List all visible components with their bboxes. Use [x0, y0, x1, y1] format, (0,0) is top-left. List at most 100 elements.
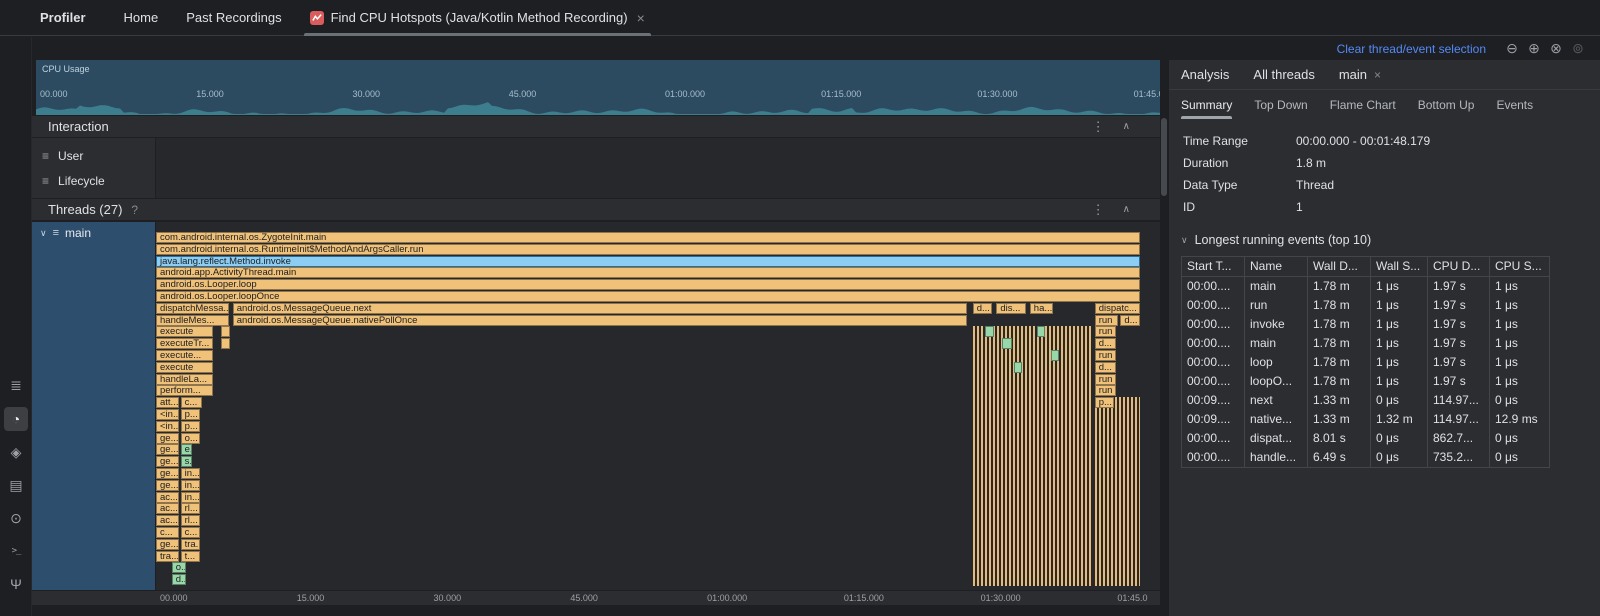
flame-event[interactable]: in...: [181, 480, 201, 491]
flame-event[interactable]: run: [1095, 315, 1119, 326]
top-tab-past-recordings[interactable]: Past Recordings: [172, 0, 295, 36]
flame-event[interactable]: com.android.internal.os.ZygoteInit.main: [156, 232, 1140, 243]
zoom-to-selection-icon[interactable]: ⊚: [1568, 39, 1588, 59]
flame-event[interactable]: rl...: [181, 503, 201, 514]
flame-event[interactable]: c...: [181, 397, 203, 408]
events-column-header[interactable]: Name: [1245, 257, 1308, 276]
call-chart[interactable]: com.android.internal.os.ZygoteInit.main c…: [156, 232, 1140, 590]
flame-event[interactable]: [1002, 338, 1012, 349]
device-explorer-icon[interactable]: ▤: [4, 473, 28, 497]
subtab-flame-chart[interactable]: Flame Chart: [1330, 90, 1396, 120]
flame-event[interactable]: in...: [181, 492, 201, 503]
zoom-out-icon[interactable]: ⊖: [1502, 39, 1522, 59]
threads-collapse-icon[interactable]: ∧: [1123, 204, 1130, 215]
flame-event[interactable]: ge...: [156, 480, 179, 491]
logcat-icon[interactable]: ≣: [4, 373, 28, 397]
flame-event[interactable]: rl...: [181, 515, 201, 526]
reset-zoom-icon[interactable]: ⊗: [1546, 39, 1566, 59]
flame-event[interactable]: in...: [181, 468, 201, 479]
analysis-tab-all-threads[interactable]: All threads: [1253, 60, 1314, 89]
problems-icon[interactable]: ⊙: [4, 506, 28, 530]
flame-event[interactable]: executeTr...: [156, 338, 213, 349]
flame-event[interactable]: att...: [156, 397, 179, 408]
top-tab-home[interactable]: Home: [110, 0, 173, 36]
events-column-header[interactable]: CPU D...: [1428, 257, 1490, 276]
events-table-row[interactable]: 00:00....main1.78 m1 μs1.97 s1 μs: [1182, 277, 1550, 296]
analysis-tab-main[interactable]: main×: [1339, 60, 1381, 89]
subtab-summary[interactable]: Summary: [1181, 90, 1232, 120]
flame-event[interactable]: d...: [973, 303, 993, 314]
flame-event[interactable]: [1014, 362, 1022, 373]
flame-event[interactable]: d...: [1120, 315, 1140, 326]
subtab-events[interactable]: Events: [1496, 90, 1533, 120]
track-row-lifecycle[interactable]: ≡Lifecycle: [32, 168, 155, 193]
app-inspection-icon[interactable]: ◈: [4, 440, 28, 464]
flame-event[interactable]: run: [1095, 350, 1117, 361]
vertical-scrollbar-thumb[interactable]: [1161, 118, 1167, 196]
flame-event[interactable]: ge...: [156, 539, 179, 550]
flame-event[interactable]: execute: [156, 326, 213, 337]
interaction-collapse-icon[interactable]: ∧: [1123, 121, 1130, 132]
flame-event[interactable]: dispatc...: [1095, 303, 1140, 314]
flame-event[interactable]: d...: [1095, 362, 1117, 373]
flame-event[interactable]: execute: [156, 362, 213, 373]
events-column-header[interactable]: CPU S...: [1490, 257, 1550, 276]
events-table-row[interactable]: 00:00....run1.78 m1 μs1.97 s1 μs: [1182, 296, 1550, 315]
interaction-menu-icon[interactable]: ⋮: [1092, 119, 1105, 135]
analysis-tab-analysis[interactable]: Analysis: [1181, 60, 1229, 89]
flame-event[interactable]: [1051, 350, 1059, 361]
flame-event[interactable]: run: [1095, 385, 1117, 396]
flame-event[interactable]: o...: [181, 433, 201, 444]
events-table-row[interactable]: 00:09....next1.33 m0 μs114.97...0 μs: [1182, 391, 1550, 410]
zoom-in-icon[interactable]: ⊕: [1524, 39, 1544, 59]
clear-thread-selection-link[interactable]: Clear thread/event selection: [1337, 42, 1486, 56]
flame-event[interactable]: [221, 338, 230, 349]
flame-event[interactable]: c...: [156, 527, 179, 538]
flame-event[interactable]: c...: [181, 527, 201, 538]
profiler-icon[interactable]: ◔: [4, 407, 28, 431]
events-collapse-icon[interactable]: ∨: [1181, 235, 1188, 246]
subtab-top-down[interactable]: Top Down: [1254, 90, 1307, 120]
track-row-user[interactable]: ≡User: [32, 143, 155, 168]
flame-event[interactable]: tra...: [181, 539, 201, 550]
flame-event[interactable]: ha...: [1030, 303, 1054, 314]
flame-event[interactable]: android.app.ActivityThread.main: [156, 267, 1140, 278]
events-table-row[interactable]: 00:00....invoke1.78 m1 μs1.97 s1 μs: [1182, 315, 1550, 334]
flame-event[interactable]: ge...: [156, 444, 179, 455]
events-table-row[interactable]: 00:00....loop1.78 m1 μs1.97 s1 μs: [1182, 353, 1550, 372]
thread-row-main[interactable]: ∨ ≡ main: [32, 222, 155, 244]
flame-event[interactable]: handleLa...: [156, 374, 213, 385]
subtab-bottom-up[interactable]: Bottom Up: [1418, 90, 1475, 120]
flame-event[interactable]: [1037, 326, 1045, 337]
flame-event[interactable]: o...: [172, 562, 186, 573]
flame-event[interactable]: dis...: [996, 303, 1026, 314]
flame-event[interactable]: t...: [181, 551, 201, 562]
flame-event[interactable]: ac...: [156, 492, 179, 503]
flame-event[interactable]: run: [1095, 374, 1117, 385]
flame-event[interactable]: execute...: [156, 350, 213, 361]
events-column-header[interactable]: Wall S...: [1371, 257, 1428, 276]
flame-event[interactable]: p...: [181, 409, 201, 420]
flame-event[interactable]: ge...: [156, 433, 179, 444]
flame-event[interactable]: d...: [172, 574, 186, 585]
events-table-row[interactable]: 00:09....native...1.33 m1.32 m114.97...1…: [1182, 410, 1550, 429]
flame-event[interactable]: java.lang.reflect.Method.invoke: [156, 256, 1140, 267]
flame-event[interactable]: p...: [1095, 397, 1115, 408]
flame-event[interactable]: android.os.Looper.loopOnce: [156, 291, 1140, 302]
tab-close-icon[interactable]: ×: [637, 11, 645, 25]
flame-event[interactable]: e...: [181, 444, 193, 455]
top-tab-find-cpu-hotspots-java-kotlin-method-recording[interactable]: Find CPU Hotspots (Java/Kotlin Method Re…: [296, 0, 659, 36]
thread-expand-icon[interactable]: ∨: [40, 228, 47, 239]
flame-event[interactable]: android.os.Looper.loop: [156, 279, 1140, 290]
flame-event[interactable]: ac...: [156, 515, 179, 526]
flame-event[interactable]: <in...: [156, 409, 179, 420]
events-table-row[interactable]: 00:00....handle...6.49 s0 μs735.2...0 μs: [1182, 448, 1550, 467]
flame-event[interactable]: s...: [181, 456, 193, 467]
events-table-row[interactable]: 00:00....main1.78 m1 μs1.97 s1 μs: [1182, 334, 1550, 353]
threads-menu-icon[interactable]: ⋮: [1092, 202, 1105, 218]
flame-event[interactable]: ge...: [156, 456, 179, 467]
flame-event[interactable]: run: [1095, 326, 1117, 337]
flame-event[interactable]: ge...: [156, 468, 179, 479]
flame-event[interactable]: perform...: [156, 385, 213, 396]
flame-event[interactable]: d...: [1095, 338, 1117, 349]
